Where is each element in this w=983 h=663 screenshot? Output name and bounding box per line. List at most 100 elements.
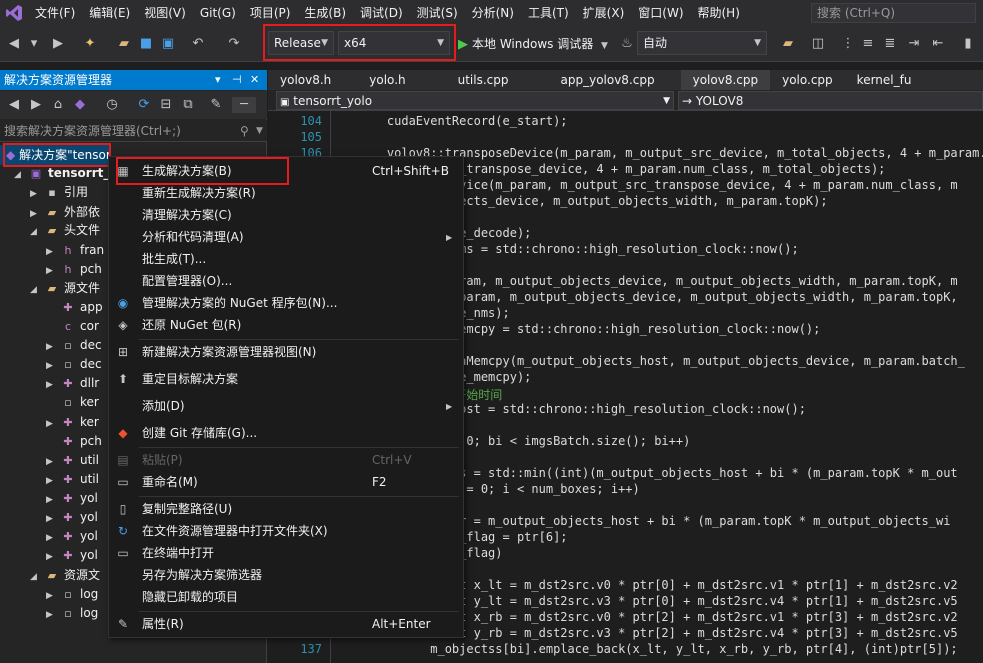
tree-item[interactable]: ◢ ▰ 资源文: [30, 566, 100, 585]
visual-studio-logo-icon[interactable]: [0, 0, 28, 26]
context-menu-item[interactable]: 隐藏已卸载的项目: [109, 587, 463, 608]
tree-item[interactable]: ▶ ✚ yol: [46, 489, 98, 508]
expand-arrow-icon[interactable]: ▶: [46, 606, 60, 625]
menu-item[interactable]: Git(G): [193, 0, 243, 26]
context-menu-item[interactable]: 重新生成解决方案(R): [109, 183, 463, 204]
context-menu-item[interactable]: 分析和代码清理(A) ▶: [109, 227, 463, 248]
tree-item[interactable]: ▶ ✚ yol: [46, 527, 98, 546]
tree-item[interactable]: ✚ app: [46, 298, 102, 317]
scope-select[interactable]: → YOLOV8: [678, 91, 983, 110]
collapse-all-icon[interactable]: ⊟: [158, 97, 174, 113]
back-icon[interactable]: ◀: [6, 97, 22, 113]
start-debug-button[interactable]: ▶ 本地 Windows 调试器 ▼: [458, 33, 608, 55]
collapse-arrow-icon[interactable]: ◢: [14, 166, 28, 185]
indent-icon[interactable]: ⇥: [906, 36, 922, 52]
tree-item[interactable]: ▶ ✚ util: [46, 470, 99, 489]
folder-icon[interactable]: ▰: [780, 36, 796, 52]
menu-item[interactable]: 编辑(E): [82, 0, 137, 26]
tree-item[interactable]: ◢ ▰ 源文件: [30, 279, 100, 298]
search-input[interactable]: 搜索 (Ctrl+Q): [811, 3, 976, 23]
close-icon[interactable]: ✕: [250, 70, 259, 90]
run-mode-select[interactable]: 自动 ▼: [637, 31, 767, 55]
context-menu-item[interactable]: 批生成(T)...: [109, 249, 463, 270]
context-menu-item[interactable]: ▯ 复制完整路径(U): [109, 499, 463, 520]
step-icon[interactable]: ⋮: [840, 36, 856, 52]
tree-item[interactable]: ▶ ▪ 引用: [30, 183, 88, 202]
tree-item[interactable]: ▫ ker: [46, 393, 99, 412]
tree-item[interactable]: ▶ ✚ dllr: [46, 374, 99, 393]
context-menu-item[interactable]: ▭ 在终端中打开: [109, 543, 463, 564]
back-icon[interactable]: ◀: [6, 36, 22, 52]
tab-6[interactable]: kernel_fu: [845, 70, 924, 90]
tree-item[interactable]: ▶ ✚ ker: [46, 413, 99, 432]
tab-0[interactable]: yolov8.h: [268, 70, 343, 90]
preview-icon[interactable]: ─: [232, 97, 256, 113]
context-menu-item[interactable]: ◉ 管理解决方案的 NuGet 程序包(N)...: [109, 293, 463, 314]
tree-item[interactable]: ▶ ▰ 外部依: [30, 203, 100, 222]
menu-item[interactable]: 项目(P): [243, 0, 298, 26]
tree-item[interactable]: ▶ ▫ dec: [46, 355, 102, 374]
tab-3[interactable]: app_yolov8.cpp: [535, 70, 681, 90]
browser-icon[interactable]: ◫: [810, 36, 826, 52]
menu-item[interactable]: 分析(N): [465, 0, 521, 26]
context-menu-item[interactable]: ▭ 重命名(M) F2: [109, 472, 463, 493]
context-menu-item[interactable]: 配置管理器(O)...: [109, 271, 463, 292]
pin-icon[interactable]: ⊣: [232, 70, 242, 90]
menu-item[interactable]: 文件(F): [28, 0, 82, 26]
switch-view-icon[interactable]: ◆: [72, 97, 88, 113]
tree-item[interactable]: ▶ ▫ dec: [46, 336, 102, 355]
context-menu-item[interactable]: ◆ 创建 Git 存储库(G)...: [109, 423, 463, 444]
solution-search-input[interactable]: 搜索解决方案资源管理器(Ctrl+;) ⚲ ▼: [0, 120, 267, 142]
context-menu-item[interactable]: 添加(D) ▶: [109, 396, 463, 417]
menu-item[interactable]: 帮助(H): [691, 0, 747, 26]
tree-item[interactable]: ▶ ✚ util: [46, 451, 99, 470]
expand-arrow-icon[interactable]: ▶: [46, 548, 60, 567]
project-select[interactable]: ▣ tensorrt_yolo ▼: [276, 91, 674, 110]
context-menu-item[interactable]: ✎ 属性(R) Alt+Enter: [109, 614, 463, 635]
tree-item[interactable]: ✚ pch: [46, 432, 101, 451]
menu-item[interactable]: 扩展(X): [576, 0, 632, 26]
tree-item[interactable]: ▶ ▫ log: [46, 604, 98, 623]
pending-changes-icon[interactable]: ◷: [104, 97, 120, 113]
format-icon[interactable]: ≣: [882, 36, 898, 52]
outdent-icon[interactable]: ⇤: [930, 36, 946, 52]
show-all-files-icon[interactable]: ⧉: [180, 97, 196, 113]
collapse-arrow-icon[interactable]: ◢: [30, 281, 44, 300]
tree-item[interactable]: ◢ ▰ 头文件: [30, 221, 100, 240]
redo-icon[interactable]: ↷: [226, 36, 242, 52]
menu-item[interactable]: 视图(V): [137, 0, 193, 26]
context-menu-item[interactable]: ⬆ 重定目标解决方案: [109, 369, 463, 390]
forward-icon[interactable]: ▶: [50, 36, 66, 52]
tab-2[interactable]: utils.cpp: [432, 70, 535, 90]
menu-item[interactable]: 调试(D): [353, 0, 410, 26]
dropdown-icon[interactable]: ▾: [26, 36, 42, 52]
expand-arrow-icon[interactable]: ▶: [30, 185, 44, 204]
context-menu-item[interactable]: ◈ 还原 NuGet 包(R): [109, 315, 463, 336]
tree-item[interactable]: ▶ h fran: [46, 241, 104, 260]
align-icon[interactable]: ≡: [860, 36, 876, 52]
tree-item[interactable]: ▶ ▫ log: [46, 585, 98, 604]
context-menu-item[interactable]: 清理解决方案(C): [109, 205, 463, 226]
tab-4[interactable]: yolov8.cpp: [680, 70, 771, 90]
flame-icon[interactable]: ♨: [619, 36, 635, 52]
tab-1[interactable]: yolo.h: [343, 70, 431, 90]
bookmark-icon[interactable]: ▮: [960, 36, 976, 52]
context-menu-item[interactable]: ↻ 在文件资源管理器中打开文件夹(X): [109, 521, 463, 542]
menu-item[interactable]: 工具(T): [521, 0, 576, 26]
menu-item[interactable]: 生成(B): [297, 0, 353, 26]
tree-item[interactable]: ▶ ✚ yol: [46, 546, 98, 565]
tree-item[interactable]: ◢ ▣ tensorrt_: [14, 164, 109, 183]
pin-options-icon[interactable]: ▾: [215, 70, 221, 90]
context-menu-item[interactable]: 另存为解决方案筛选器: [109, 565, 463, 586]
properties-icon[interactable]: ✎: [208, 97, 224, 113]
tree-item[interactable]: ▶ h pch: [46, 260, 102, 279]
home-icon[interactable]: ⌂: [50, 97, 66, 113]
context-menu-item[interactable]: ⊞ 新建解决方案资源管理器视图(N): [109, 342, 463, 363]
open-folder-icon[interactable]: ▰: [116, 36, 132, 52]
save-all-icon[interactable]: ▣: [160, 36, 176, 52]
new-item-icon[interactable]: ✦: [82, 36, 98, 52]
undo-icon[interactable]: ↶: [190, 36, 206, 52]
tree-item[interactable]: ▶ ✚ yol: [46, 508, 98, 527]
save-icon[interactable]: ■: [138, 36, 154, 52]
forward-icon[interactable]: ▶: [28, 97, 44, 113]
